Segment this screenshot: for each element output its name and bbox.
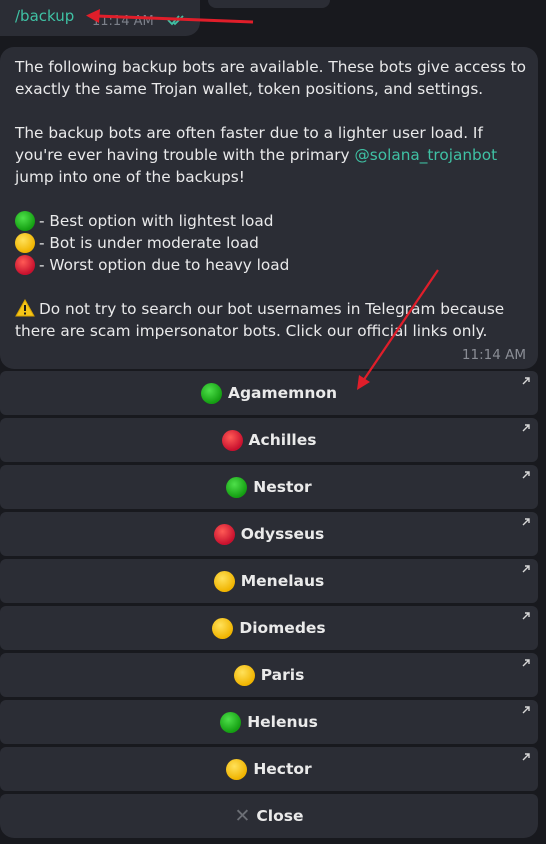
bot-message-time: 11:14 AM xyxy=(461,347,526,363)
legend-green-text: - Best option with lightest load xyxy=(39,212,274,230)
primary-bot-mention-link[interactable]: @solana_trojanbot xyxy=(354,146,497,164)
bot-message-bubble: The following backup bots are available.… xyxy=(0,47,538,369)
bot-button-label: Odysseus xyxy=(240,525,325,543)
external-link-icon xyxy=(522,377,530,385)
bot-button-label: Hector xyxy=(253,760,312,778)
external-link-icon xyxy=(522,706,530,714)
external-link-icon xyxy=(522,471,530,479)
red-circle-icon xyxy=(15,255,35,275)
yellow-circle-icon xyxy=(226,758,248,780)
bot-button-hector[interactable]: Hector xyxy=(0,747,538,791)
red-circle-icon xyxy=(221,429,243,451)
inline-keyboard: Agamemnon Achilles Nestor Odysseus Menel… xyxy=(0,371,538,841)
bot-button-label: Nestor xyxy=(253,478,312,496)
bot-button-label: Menelaus xyxy=(240,572,325,590)
green-circle-icon xyxy=(15,211,35,231)
legend-red-text: - Worst option due to heavy load xyxy=(39,256,290,274)
backup-command-text[interactable]: /backup xyxy=(15,7,74,25)
previous-message-edge xyxy=(208,0,330,8)
bot-button-label: Diomedes xyxy=(239,619,326,637)
external-link-icon xyxy=(522,565,530,573)
external-link-icon xyxy=(522,612,530,620)
read-ticks-icon xyxy=(167,15,184,26)
bot-button-nestor[interactable]: Nestor xyxy=(0,465,538,509)
green-circle-icon xyxy=(220,711,242,733)
yellow-circle-icon xyxy=(15,233,35,253)
legend-row-green: - Best option with lightest load xyxy=(15,210,530,232)
warning-paragraph: Do not try to search our bot usernames i… xyxy=(15,298,530,342)
close-button[interactable]: ✕ Close xyxy=(0,794,538,838)
yellow-circle-icon xyxy=(212,617,234,639)
outgoing-message-time: 11:14 AM xyxy=(92,14,154,29)
external-link-icon xyxy=(522,424,530,432)
bot-button-paris[interactable]: Paris xyxy=(0,653,538,697)
warning-text: Do not try to search our bot usernames i… xyxy=(15,300,505,340)
intro-paragraph: The following backup bots are available.… xyxy=(15,58,527,98)
green-circle-icon xyxy=(226,476,248,498)
bot-button-agamemnon[interactable]: Agamemnon xyxy=(0,371,538,415)
bot-button-menelaus[interactable]: Menelaus xyxy=(0,559,538,603)
load-legend: - Best option with lightest load - Bot i… xyxy=(15,210,530,276)
bot-button-label: Paris xyxy=(260,666,305,684)
external-link-icon xyxy=(522,753,530,761)
bot-button-diomedes[interactable]: Diomedes xyxy=(0,606,538,650)
bot-button-achilles[interactable]: Achilles xyxy=(0,418,538,462)
chat-view: /backup 11:14 AM The following backup bo… xyxy=(0,0,546,844)
bot-button-label: Achilles xyxy=(248,431,317,449)
bot-button-helenus[interactable]: Helenus xyxy=(0,700,538,744)
warning-icon xyxy=(15,299,35,317)
primary-text-after: jump into one of the backups! xyxy=(15,168,245,186)
bot-message-text: The following backup bots are available.… xyxy=(15,56,530,342)
legend-row-red: - Worst option due to heavy load xyxy=(15,254,530,276)
yellow-circle-icon xyxy=(213,570,235,592)
bot-button-label: Agamemnon xyxy=(227,384,338,402)
close-button-label: Close xyxy=(256,807,304,825)
outgoing-message-bubble: /backup 11:14 AM xyxy=(0,0,200,36)
external-link-icon xyxy=(522,659,530,667)
primary-bot-paragraph: The backup bots are often faster due to … xyxy=(15,122,530,188)
yellow-circle-icon xyxy=(233,664,255,686)
green-circle-icon xyxy=(200,382,222,404)
legend-row-yellow: - Bot is under moderate load xyxy=(15,232,530,254)
external-link-icon xyxy=(522,518,530,526)
red-circle-icon xyxy=(213,523,235,545)
bot-button-label: Helenus xyxy=(247,713,318,731)
close-icon: ✕ xyxy=(234,805,251,827)
legend-yellow-text: - Bot is under moderate load xyxy=(39,234,259,252)
bot-button-odysseus[interactable]: Odysseus xyxy=(0,512,538,556)
